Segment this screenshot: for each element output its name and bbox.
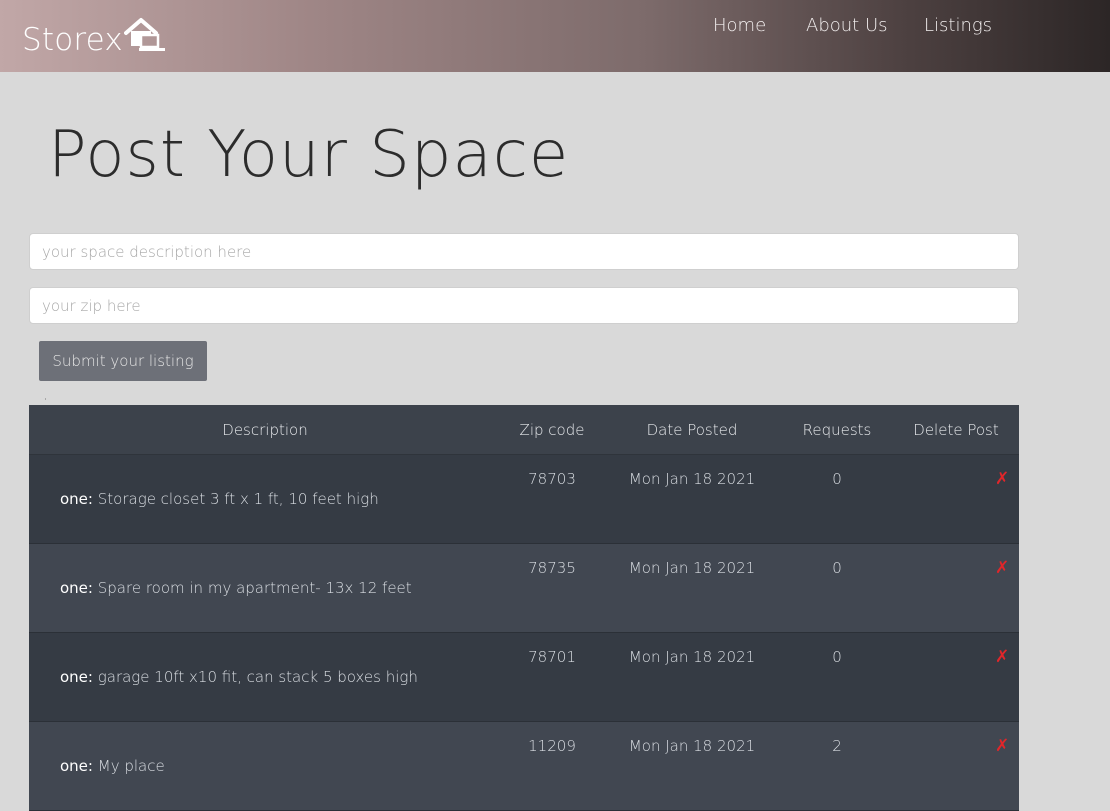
header-date-posted: Date Posted [646, 421, 738, 439]
header-zip-code: Zip code [519, 421, 585, 439]
table-row: one: My place 11209 Mon Jan 18 2021 2 ✗ [29, 722, 1019, 811]
table-header: Description Zip code Date Posted Request… [29, 405, 1019, 455]
page-title: Post Your Space [48, 118, 570, 192]
row-date: Mon Jan 18 2021 [628, 559, 756, 577]
navbar: Storex Home About Us Listings [0, 0, 1110, 72]
header-delete-post: Delete Post [913, 421, 999, 439]
row-requests: 0 [832, 559, 842, 577]
row-prefix: one: [60, 579, 93, 597]
row-zip: 11209 [528, 737, 576, 755]
row-requests: 2 [832, 737, 842, 755]
nav-link-home[interactable]: Home [713, 15, 766, 36]
row-date: Mon Jan 18 2021 [628, 648, 756, 666]
row-description: one: Spare room in my apartment- 13x 12 … [60, 579, 412, 597]
row-description: one: garage 10ft x10 fit, can stack 5 bo… [60, 668, 418, 686]
delete-post-icon[interactable]: ✗ [995, 736, 1009, 756]
row-description-text: garage 10ft x10 fit, can stack 5 boxes h… [97, 668, 418, 686]
zip-input[interactable] [29, 287, 1019, 324]
table-row: one: Storage closet 3 ft x 1 ft, 10 feet… [29, 455, 1019, 544]
row-requests: 0 [832, 470, 842, 488]
header-requests: Requests [802, 421, 872, 439]
row-zip: 78735 [528, 559, 576, 577]
delete-post-icon[interactable]: ✗ [995, 647, 1009, 667]
row-date: Mon Jan 18 2021 [628, 470, 756, 488]
listings-table: Description Zip code Date Posted Request… [29, 405, 1019, 811]
table-row: one: garage 10ft x10 fit, can stack 5 bo… [29, 633, 1019, 722]
row-prefix: one: [60, 757, 93, 775]
nav-link-listings[interactable]: Listings [924, 15, 992, 36]
row-prefix: one: [60, 668, 93, 686]
row-description: one: My place [60, 757, 165, 775]
stray-mark: , [44, 391, 48, 402]
row-zip: 78703 [528, 470, 576, 488]
description-input[interactable] [29, 233, 1019, 270]
delete-post-icon[interactable]: ✗ [995, 469, 1009, 489]
row-zip: 78701 [528, 648, 576, 666]
row-prefix: one: [60, 490, 93, 508]
nav-links: Home About Us Listings [0, 15, 1110, 41]
delete-post-icon[interactable]: ✗ [995, 558, 1009, 578]
row-description-text: Spare room in my apartment- 13x 12 feet [97, 579, 412, 597]
row-description-text: Storage closet 3 ft x 1 ft, 10 feet high [97, 490, 379, 508]
table-row: one: Spare room in my apartment- 13x 12 … [29, 544, 1019, 633]
row-requests: 0 [832, 648, 842, 666]
row-description: one: Storage closet 3 ft x 1 ft, 10 feet… [60, 490, 379, 508]
nav-link-about-us[interactable]: About Us [806, 15, 888, 36]
header-description: Description [222, 421, 308, 439]
row-date: Mon Jan 18 2021 [628, 737, 756, 755]
submit-listing-button[interactable]: Submit your listing [39, 341, 207, 381]
row-description-text: My place [97, 757, 165, 775]
